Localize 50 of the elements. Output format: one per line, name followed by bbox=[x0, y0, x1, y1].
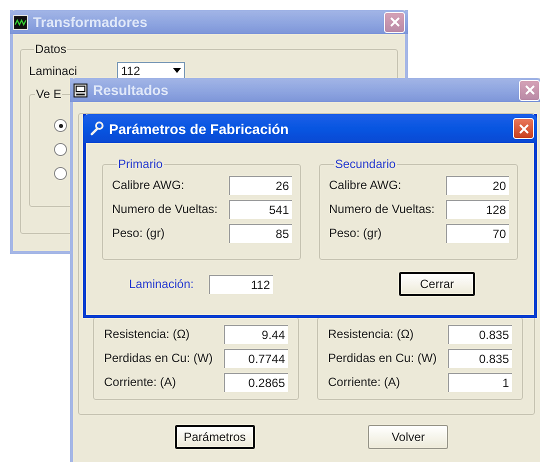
value-field[interactable]: 0.2865 bbox=[224, 372, 288, 392]
field-label: Corriente: (A) bbox=[328, 375, 400, 389]
window-title: Parámetros de Fabricación bbox=[109, 120, 290, 136]
field-label: Peso: (gr) bbox=[112, 226, 165, 240]
close-button[interactable] bbox=[519, 80, 540, 100]
field-label: Numero de Vueltas: bbox=[329, 202, 435, 216]
close-button[interactable] bbox=[513, 118, 534, 139]
computer-icon bbox=[73, 82, 88, 98]
value-field[interactable]: 70 bbox=[446, 224, 509, 242]
group-title: Datos bbox=[34, 42, 68, 56]
window-title: Resultados bbox=[93, 82, 170, 98]
value-field[interactable]: 0.835 bbox=[448, 324, 512, 344]
radio-button[interactable] bbox=[54, 167, 67, 180]
value-field[interactable]: 85 bbox=[229, 224, 292, 242]
field-label: Laminaci bbox=[29, 64, 78, 78]
field-label: Laminación: bbox=[129, 277, 195, 291]
close-button[interactable]: Cerrar bbox=[399, 272, 475, 296]
chart-icon bbox=[13, 14, 28, 30]
field-label: Calibre AWG: bbox=[329, 178, 402, 192]
field-label: Perdidas en Cu: (W) bbox=[104, 351, 213, 365]
window-title: Transformadores bbox=[33, 14, 148, 30]
field-label: Corriente: (A) bbox=[104, 375, 176, 389]
value-field[interactable]: 112 bbox=[209, 274, 273, 294]
field-label: Numero de Vueltas: bbox=[112, 202, 218, 216]
value-field[interactable]: 128 bbox=[446, 200, 509, 218]
field-label: Resistencia: (Ω) bbox=[328, 327, 414, 341]
value-field[interactable]: 1 bbox=[448, 372, 512, 392]
value-field[interactable]: 0.7744 bbox=[224, 348, 288, 368]
close-icon bbox=[390, 17, 400, 27]
radio-button[interactable] bbox=[54, 143, 67, 156]
laminacion-dropdown[interactable]: 112 bbox=[117, 62, 185, 79]
dialog-button[interactable]: Volver bbox=[368, 425, 448, 449]
caret-icon bbox=[173, 68, 181, 73]
group-title: Ve E bbox=[35, 87, 62, 101]
field-label: Calibre AWG: bbox=[112, 178, 184, 192]
value-field[interactable]: 20 bbox=[446, 176, 509, 194]
value-field[interactable]: 9.44 bbox=[224, 324, 288, 344]
field-label: Peso: (gr) bbox=[329, 226, 382, 240]
value-field[interactable]: 0.835 bbox=[448, 348, 512, 368]
close-button[interactable] bbox=[384, 12, 405, 32]
value-field[interactable]: 541 bbox=[229, 200, 292, 218]
dialog-button[interactable]: Parámetros bbox=[174, 425, 255, 449]
field-label: Perdidas en Cu: (W) bbox=[328, 351, 437, 365]
group-title: Secundario bbox=[334, 157, 397, 171]
value-field[interactable]: 26 bbox=[229, 176, 292, 194]
close-icon bbox=[524, 85, 534, 95]
field-label: Resistencia: (Ω) bbox=[104, 327, 190, 341]
radio-button[interactable] bbox=[54, 119, 67, 132]
close-icon bbox=[518, 124, 528, 134]
group-title: Primario bbox=[117, 157, 164, 171]
